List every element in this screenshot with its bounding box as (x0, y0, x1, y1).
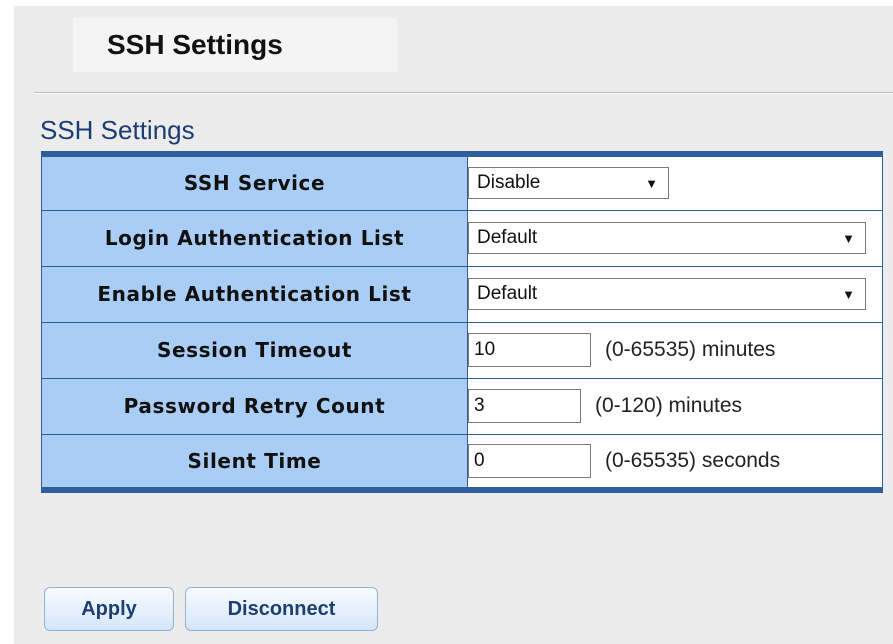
password-retry-count-input[interactable]: 3 (468, 389, 581, 423)
row-enable-auth-list: Enable Authentication List Default ▼ (41, 265, 883, 323)
section-title: SSH Settings (40, 115, 195, 145)
caret-down-icon: ▼ (842, 230, 855, 246)
ssh-settings-page: SSH Settings SSH Settings SSH Service Di… (14, 6, 893, 644)
session-timeout-input[interactable]: 10 (468, 333, 591, 367)
title-divider (34, 92, 893, 94)
silent-time-label: Silent Time (41, 433, 468, 491)
login-auth-list-select[interactable]: Default ▼ (468, 222, 866, 254)
caret-down-icon: ▼ (645, 175, 658, 191)
enable-auth-list-select[interactable]: Default ▼ (468, 278, 866, 310)
session-timeout-hint: (0-65535) minutes (605, 338, 776, 361)
password-retry-count-hint: (0-120) minutes (595, 394, 743, 417)
silent-time-hint: (0-65535) seconds (605, 448, 781, 472)
row-ssh-service: SSH Service Disable ▼ (41, 153, 883, 211)
row-login-auth-list: Login Authentication List Default ▼ (41, 209, 883, 267)
silent-time-input[interactable]: 0 (468, 443, 591, 478)
enable-auth-list-label: Enable Authentication List (41, 265, 468, 323)
login-auth-list-value: Default (477, 227, 538, 248)
password-retry-count-label: Password Retry Count (41, 377, 468, 435)
session-timeout-label: Session Timeout (41, 321, 468, 379)
ssh-settings-table: SSH Service Disable ▼ Login Authenticati… (41, 151, 883, 493)
login-auth-list-label: Login Authentication List (41, 209, 468, 267)
ssh-service-select[interactable]: Disable ▼ (468, 167, 669, 200)
row-session-timeout: Session Timeout 10 (0-65535) minutes (41, 321, 883, 379)
caret-down-icon: ▼ (842, 286, 855, 302)
row-silent-time: Silent Time 0 (0-65535) seconds (41, 433, 883, 491)
page-title: SSH Settings (73, 18, 397, 72)
row-password-retry-count: Password Retry Count 3 (0-120) minutes (41, 377, 883, 435)
ssh-service-value: Disable (477, 172, 541, 194)
disconnect-button[interactable]: Disconnect (185, 587, 378, 631)
apply-button[interactable]: Apply (44, 587, 174, 631)
enable-auth-list-value: Default (477, 283, 538, 304)
ssh-service-label: SSH Service (41, 153, 468, 211)
